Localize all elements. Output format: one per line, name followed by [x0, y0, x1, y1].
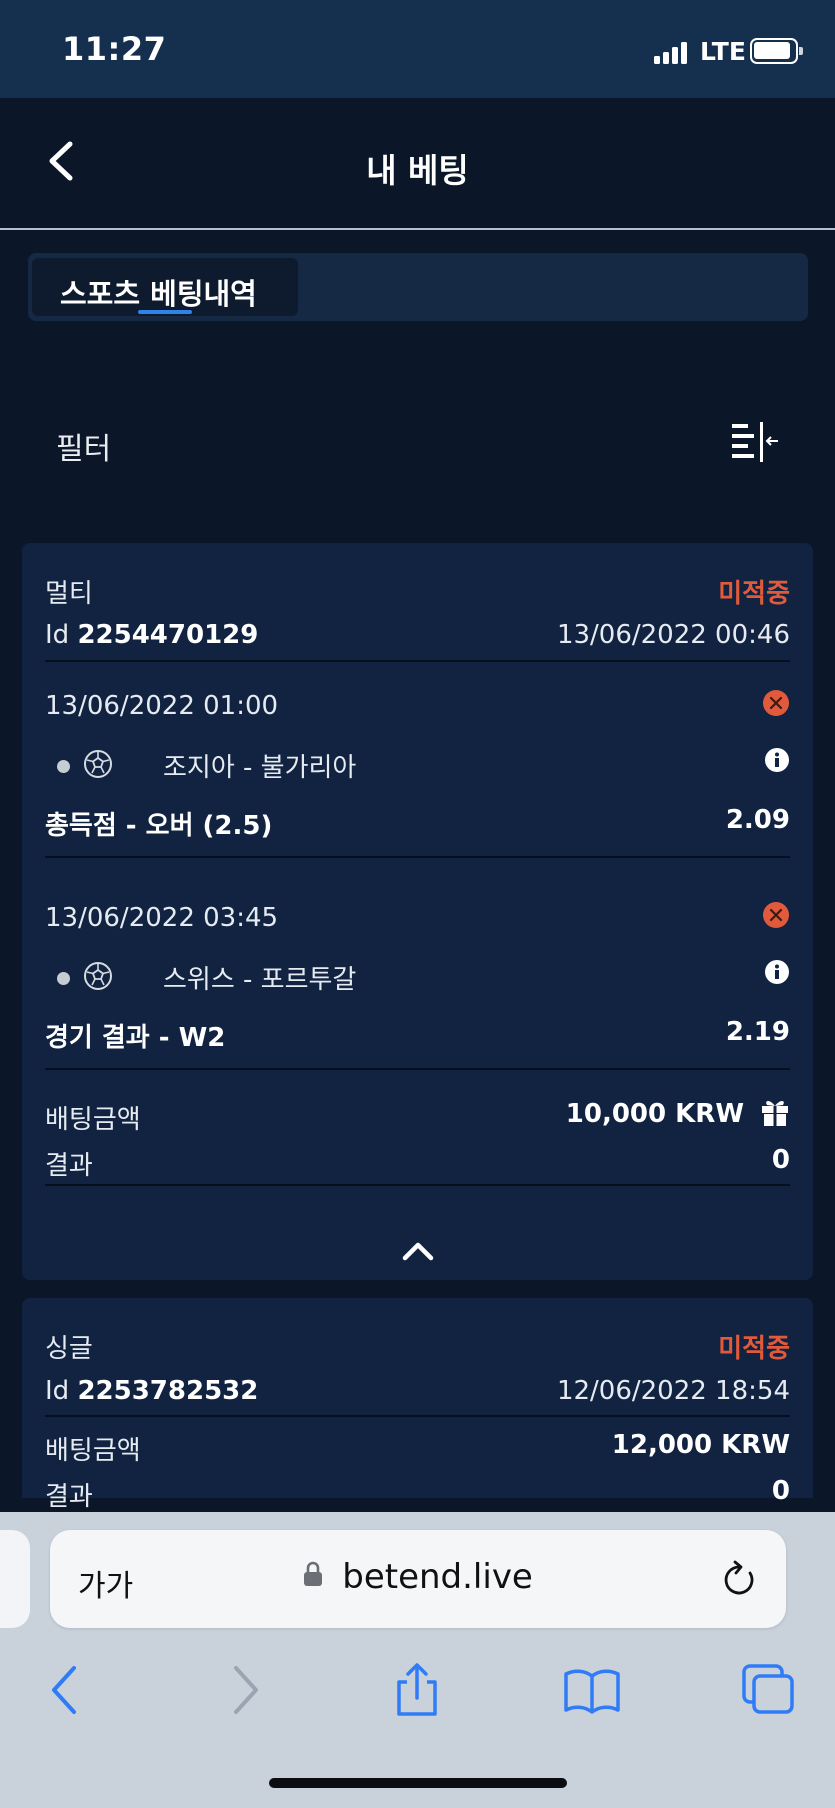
page-title: 내 베팅: [366, 151, 469, 190]
bet-id-row: Id 2254470129 13/06/2022 00:46: [45, 620, 790, 660]
bet-type: 싱글: [45, 1334, 93, 1364]
result-value: 0: [771, 1145, 790, 1175]
bet-status: 미적중: [718, 1334, 790, 1364]
reload-icon[interactable]: [722, 1560, 758, 1598]
gift-icon: [762, 1101, 788, 1126]
live-dot-icon: [57, 760, 70, 773]
tab-bar: 스포츠 베팅내역: [28, 253, 808, 321]
network-type: LTE: [700, 37, 746, 66]
selection-match-row: 조지아 - 불가리아: [45, 747, 790, 787]
selection-datetime: 13/06/2022 03:45: [45, 903, 279, 933]
selection-market: 총득점 - 오버 (2.5): [45, 811, 273, 841]
filter-label: 필터: [56, 432, 112, 467]
info-icon[interactable]: [764, 959, 790, 985]
bet-id-row: Id 2253782532 12/06/2022 18:54: [45, 1376, 790, 1416]
tabs-icon[interactable]: [738, 1662, 798, 1718]
selection-market-row: 경기 결과 - W2 2.19: [45, 1017, 790, 1057]
home-indicator: [269, 1778, 567, 1788]
selection-datetime: 13/06/2022 01:00: [45, 691, 279, 721]
filter-collapse-icon[interactable]: [730, 420, 780, 464]
stake-amount: 10,000 KRW: [565, 1099, 744, 1129]
stake-row: 배팅금액 10,000 KRW: [45, 1099, 790, 1139]
bet-card[interactable]: 멀티 미적중 Id 2254470129 13/06/2022 00:46 13…: [22, 543, 813, 1280]
result-label: 결과: [45, 1151, 93, 1181]
bet-id: Id 2254470129: [45, 620, 259, 650]
previous-tab-preview[interactable]: [0, 1530, 30, 1628]
stake-row: 배팅금액 12,000 KRW: [45, 1430, 790, 1470]
bet-id: Id 2253782532: [45, 1376, 259, 1406]
divider: [45, 856, 790, 858]
chevron-up-icon[interactable]: [401, 1240, 435, 1262]
share-icon[interactable]: [387, 1662, 447, 1718]
selection-odds: 2.09: [725, 805, 790, 835]
bet-header-row: 멀티 미적중: [45, 573, 790, 613]
battery-icon: [750, 38, 803, 64]
lost-x-icon: [763, 690, 789, 716]
tab-active-indicator: [138, 310, 192, 314]
selection-market-row: 총득점 - 오버 (2.5) 2.09: [45, 805, 790, 845]
divider: [45, 1184, 790, 1186]
bet-status: 미적중: [718, 579, 790, 609]
result-label: 결과: [45, 1482, 93, 1512]
url-display: betend.live: [50, 1557, 786, 1597]
stake-label: 배팅금액: [45, 1436, 141, 1466]
browser-back-icon[interactable]: [36, 1662, 96, 1718]
selection-datetime-row: 13/06/2022 01:00: [45, 690, 790, 731]
bet-datetime: 12/06/2022 18:54: [556, 1376, 790, 1406]
result-row: 결과 0: [45, 1476, 790, 1516]
selection-match: 조지아 - 불가리아: [163, 753, 357, 783]
selection-match-row: 스위스 - 포르투갈: [45, 959, 790, 999]
status-time: 11:27: [62, 30, 167, 68]
address-bar[interactable]: 가가 betend.live: [50, 1530, 786, 1628]
soccer-ball-icon: [84, 750, 112, 778]
url-text: betend.live: [342, 1557, 533, 1597]
tab-sports-bet-history[interactable]: 스포츠 베팅내역: [32, 258, 298, 316]
bet-type: 멀티: [45, 579, 93, 609]
tab-label: 스포츠 베팅내역: [60, 277, 257, 311]
selection-market: 경기 결과 - W2: [45, 1023, 226, 1053]
soccer-ball-icon: [84, 962, 112, 990]
signal-icon: [654, 40, 688, 64]
lost-x-icon: [763, 902, 789, 928]
browser-toolbar: 가가 betend.live: [0, 1512, 835, 1808]
live-dot-icon: [57, 972, 70, 985]
selection-odds: 2.19: [725, 1017, 790, 1047]
stake-label: 배팅금액: [45, 1105, 141, 1135]
bet-datetime: 13/06/2022 00:46: [556, 620, 790, 650]
result-value: 0: [771, 1476, 790, 1506]
browser-forward-icon[interactable]: [214, 1662, 274, 1718]
stake-amount: 12,000 KRW: [611, 1430, 790, 1460]
divider: [45, 660, 790, 662]
selection-match: 스위스 - 포르투갈: [163, 965, 357, 995]
selection-datetime-row: 13/06/2022 03:45: [45, 902, 790, 943]
info-icon[interactable]: [764, 747, 790, 773]
lock-icon: [304, 1561, 323, 1586]
status-bar: 11:27 LTE: [0, 0, 835, 98]
divider: [45, 1068, 790, 1070]
divider: [45, 1415, 790, 1417]
result-row: 결과 0: [45, 1145, 790, 1185]
bookmarks-icon[interactable]: [562, 1662, 622, 1718]
bet-card[interactable]: 싱글 미적중 Id 2253782532 12/06/2022 18:54 배팅…: [22, 1298, 813, 1512]
bet-header-row: 싱글 미적중: [45, 1328, 790, 1368]
app-header: 내 베팅: [0, 98, 835, 230]
